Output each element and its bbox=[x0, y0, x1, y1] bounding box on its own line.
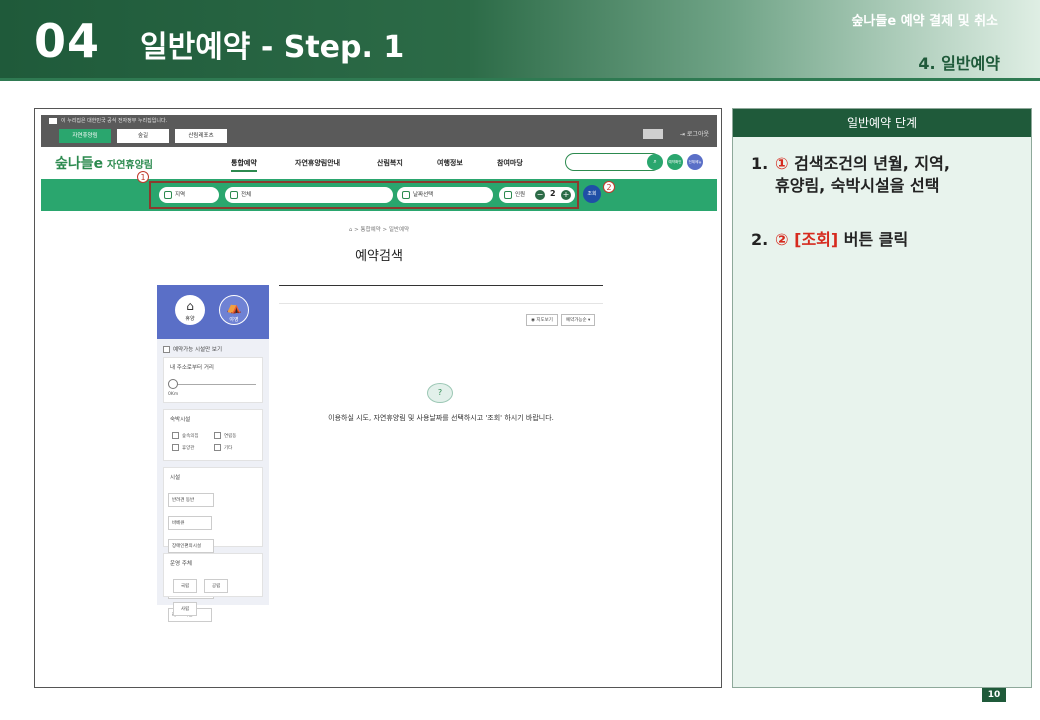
section-label: 4. 일반예약 bbox=[918, 54, 1000, 73]
breadcrumb: ⌂ > 통합예약 > 일반예약 bbox=[348, 227, 410, 233]
website-screenshot: 이 누리집은 대한민국 공식 전자정부 누리집입니다. 자연휴양림 숲길 산림레… bbox=[34, 108, 722, 688]
checkbox-lodge[interactable]: 휴양관 bbox=[172, 444, 194, 451]
checkbox-other[interactable]: 기타 bbox=[214, 444, 232, 451]
tree-icon bbox=[230, 191, 238, 199]
distance-card: 내 주소로부터 거리 0Km bbox=[163, 357, 263, 403]
empty-state-message: 이용하실 시도, 자연휴양림 및 사용날짜를 선택하시고 '조회' 하시기 바랍… bbox=[328, 414, 554, 422]
operator-public[interactable]: 공립 bbox=[204, 579, 229, 593]
operator-national[interactable]: 국립 bbox=[173, 579, 197, 593]
top-utility-bar: 이 누리집은 대한민국 공식 전자정부 누리집입니다. 자연휴양림 숲길 산림레… bbox=[41, 115, 717, 147]
minus-icon[interactable]: − bbox=[535, 190, 545, 200]
panel-title: 일반예약 단계 bbox=[733, 109, 1031, 137]
amenity-accessible[interactable]: 장애인편의시설 bbox=[168, 539, 214, 553]
instruction-panel: 일반예약 단계 1. ① 검색조건의 년월, 지역, 휴양림, 숙박시설을 선택 … bbox=[732, 108, 1032, 688]
slider-handle[interactable] bbox=[168, 379, 178, 389]
people-count: 2 bbox=[550, 189, 556, 198]
map-view-button[interactable]: ◉ 지도보기 bbox=[526, 314, 558, 326]
user-box bbox=[643, 129, 663, 139]
divider bbox=[0, 78, 1040, 81]
search-button[interactable]: 조회 bbox=[583, 185, 601, 203]
nav-integrated-reservation[interactable]: 통합예약 bbox=[231, 158, 257, 172]
people-icon bbox=[504, 191, 512, 199]
amenities-card: 시설 반려견 동반 바베큐 장애인편의시설 물놀이장 회의실/강당 레포츠시설 bbox=[163, 467, 263, 622]
header-banner: 04 일반예약 - Step. 1 숲나들e 예약 결제 및 취소 4. 일반예… bbox=[0, 0, 1040, 78]
step-two: 2. ② [조회] 버튼 클릭 bbox=[751, 230, 909, 249]
chapter-number: 04 bbox=[34, 14, 101, 68]
result-filters: ◉ 지도보기 예약가능순 ▾ bbox=[523, 314, 596, 326]
nav-forest-guide[interactable]: 자연휴양림안내 bbox=[295, 158, 340, 168]
tab-forest[interactable]: 자연휴양림 bbox=[59, 129, 111, 143]
site-logo-sub: 자연휴양림 bbox=[107, 160, 153, 171]
gov-notice: 이 누리집은 대한민국 공식 전자정부 누리집입니다. bbox=[49, 117, 167, 124]
lodging-toggle[interactable]: ⌂ 휴양 bbox=[175, 295, 205, 325]
checkbox-cabin[interactable]: 숲속의집 bbox=[172, 432, 199, 439]
forest-select[interactable]: 전체 bbox=[225, 187, 393, 203]
page-title: 예약검색 bbox=[355, 249, 403, 264]
region-select[interactable]: 지역 bbox=[159, 187, 219, 203]
menu-button[interactable]: 전체메뉴 bbox=[687, 154, 703, 170]
page-heading: 일반예약 - Step. 1 bbox=[140, 30, 405, 65]
date-select[interactable]: 날짜선택 bbox=[397, 187, 493, 203]
marker-two: 2 bbox=[603, 181, 615, 193]
amenity-bbq[interactable]: 바베큐 bbox=[168, 516, 212, 530]
amenity-pet[interactable]: 반려견 동반 bbox=[168, 493, 214, 507]
operator-private[interactable]: 사립 bbox=[173, 602, 197, 616]
calendar-icon bbox=[164, 191, 172, 199]
camping-toggle[interactable]: ⛺ 야영 bbox=[219, 295, 249, 325]
filter-panel: ⌂ 휴양 ⛺ 야영 예약가능 시설만 보기 내 주소로부터 거리 0Km 숙박시설 … bbox=[157, 285, 269, 622]
page-number: 10 bbox=[982, 688, 1006, 702]
facility-card: 숙박시설 숲속의집 연립동 휴양관 기타 bbox=[163, 409, 263, 461]
flag-icon bbox=[49, 117, 57, 124]
reserve-check-button[interactable]: 예약확인 bbox=[667, 154, 683, 170]
operator-card: 운영 주체 국립 공립 사립 bbox=[163, 553, 263, 616]
logout-link[interactable]: ⇥ 로그아웃 bbox=[680, 129, 709, 138]
house-icon: ⌂ bbox=[186, 299, 194, 313]
nav-community[interactable]: 참여마당 bbox=[497, 158, 523, 168]
calendar-icon bbox=[402, 191, 410, 199]
type-toggle: ⌂ 휴양 ⛺ 야영 bbox=[157, 285, 269, 339]
chapter-crumb: 숲나들e 예약 결제 및 취소 bbox=[851, 14, 998, 29]
available-only-checkbox[interactable]: 예약가능 시설만 보기 bbox=[163, 345, 222, 353]
divider bbox=[279, 285, 603, 286]
empty-state-icon: ? bbox=[427, 383, 453, 403]
sort-select[interactable]: 예약가능순 ▾ bbox=[560, 314, 596, 326]
divider bbox=[279, 303, 603, 304]
nav-travel-info[interactable]: 여행정보 bbox=[437, 158, 463, 168]
marker-one: 1 bbox=[137, 171, 149, 183]
plus-icon[interactable]: + bbox=[561, 190, 571, 200]
search-icon[interactable]: ⌕ bbox=[647, 154, 663, 170]
site-logo[interactable]: 숲나들e bbox=[55, 153, 103, 173]
nav-forest-welfare[interactable]: 산림복지 bbox=[377, 158, 403, 168]
tent-icon: ⛺ bbox=[226, 300, 242, 314]
tab-leports[interactable]: 산림레포츠 bbox=[175, 129, 227, 143]
tab-trail[interactable]: 숲길 bbox=[117, 129, 169, 143]
step-one: 1. ① 검색조건의 년월, 지역, 휴양림, 숙박시설을 선택 bbox=[751, 154, 950, 195]
distance-slider[interactable] bbox=[172, 384, 256, 385]
checkbox-row-house[interactable]: 연립동 bbox=[214, 432, 236, 439]
